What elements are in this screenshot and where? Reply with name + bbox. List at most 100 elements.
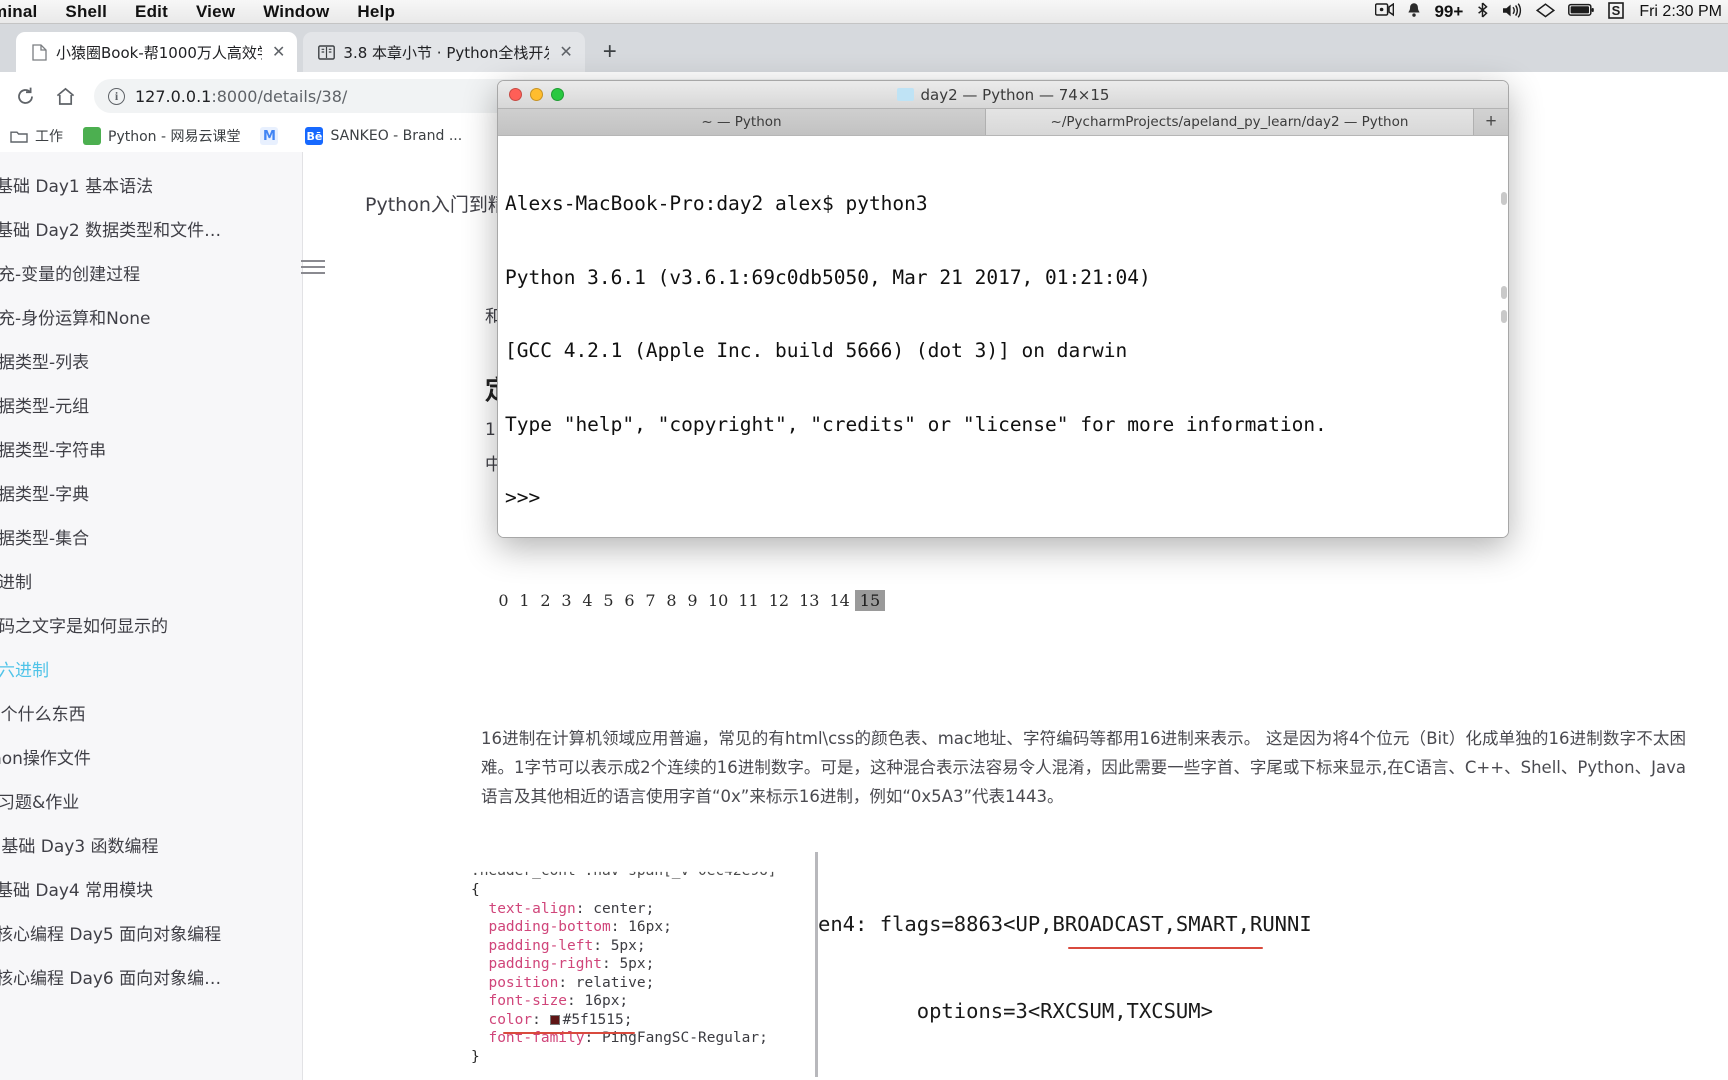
- screen-record-icon[interactable]: [1375, 2, 1395, 21]
- sidebar-item-0[interactable]: hon基础 Day1 基本语法: [0, 172, 294, 197]
- browser-tab-1[interactable]: 小猿圈Book-帮1000万人高效学 ✕: [16, 32, 298, 72]
- mail-icon: M: [260, 127, 279, 145]
- ruler-cell-13: 13: [799, 591, 820, 610]
- url-path: :8000/details/38/: [211, 86, 348, 106]
- close-icon[interactable]: ✕: [270, 42, 287, 62]
- scrollbar-thumb[interactable]: [1501, 286, 1507, 299]
- terminal-output[interactable]: Alexs-MacBook-Pro:day2 alex$ python3 Pyt…: [498, 136, 1508, 537]
- css-declaration: text-align: center;: [488, 900, 655, 917]
- css-prop: padding-right: [488, 956, 602, 972]
- menu-item-shell[interactable]: Shell: [51, 2, 121, 22]
- hamburger-bar: [301, 272, 325, 274]
- bookmark-item-work-label: 工作: [35, 129, 63, 145]
- css-selector: .header_cont .nav span[_v-0ec42e96]: [471, 863, 777, 879]
- sidebar-item-9[interactable]: 懂二进制: [0, 568, 294, 593]
- menu-item-terminal[interactable]: minal: [0, 2, 51, 22]
- sidebar-item-1[interactable]: hon基础 Day2 数据类型和文件…: [0, 216, 294, 241]
- css-value: 16px;: [584, 993, 629, 1009]
- ifconfig-output: en4: flags=8863<UP,BROADCAST,SMART,RUNNI…: [818, 852, 1578, 1072]
- sidebar-item-5[interactable]: 讲数据类型-元组: [0, 392, 294, 417]
- sidebar-item-14[interactable]: 章练习题&作业: [0, 788, 294, 813]
- notification-bell-icon[interactable]: [1407, 2, 1421, 22]
- terminal-line: Alexs-MacBook-Pro:day2 alex$ python3: [505, 192, 928, 215]
- menubar-clock[interactable]: Fri 2:30 PM: [1639, 3, 1722, 21]
- bookmark-item-mail[interactable]: M: [260, 127, 285, 145]
- sidebar-item-16[interactable]: hon基础 Day4 常用模块: [0, 876, 294, 901]
- close-icon[interactable]: ✕: [557, 42, 574, 62]
- sidebar-item-18[interactable]: hon核心编程 Day6 面向对象编…: [0, 964, 294, 989]
- ruler-cell-2: 2: [540, 591, 551, 610]
- scrollbar-thumb[interactable]: [1501, 192, 1507, 205]
- course-sidebar[interactable]: hon基础 Day1 基本语法 hon基础 Day2 数据类型和文件… 章补充-…: [0, 152, 303, 1080]
- new-tab-button[interactable]: +: [593, 35, 627, 69]
- css-prop: position: [488, 974, 559, 991]
- color-swatch: [549, 1014, 560, 1025]
- css-declaration: position: relative;: [488, 974, 655, 991]
- dropbox-icon[interactable]: [1536, 2, 1556, 22]
- terminal-tab-1-label: ~ — Python: [701, 114, 782, 130]
- css-declaration: padding-right: 5px;: [488, 956, 655, 972]
- site-info-icon[interactable]: i: [108, 87, 125, 105]
- terminal-line: Type "help", "copyright", "credits" or "…: [505, 412, 1327, 436]
- css-value: relative;: [575, 974, 655, 991]
- sidebar-item-12[interactable]: sh是个什么东西: [0, 700, 294, 725]
- sidebar-item-13[interactable]: Python操作文件: [0, 744, 294, 769]
- css-declaration: font-size: 16px;: [488, 993, 629, 1009]
- menu-item-view[interactable]: View: [182, 2, 249, 22]
- bluetooth-icon[interactable]: [1476, 2, 1489, 22]
- sidebar-item-10[interactable]: 符编码之文字是如何显示的: [0, 612, 294, 637]
- terminal-scrollbar[interactable]: [1499, 192, 1507, 537]
- menu-item-window[interactable]: Window: [249, 2, 343, 22]
- ruler-cell-1: 1: [519, 591, 530, 610]
- hamburger-bar: [301, 260, 325, 262]
- bookmark-item-python[interactable]: Python - 网易云课堂: [83, 126, 240, 146]
- ruler-cell-12: 12: [768, 591, 790, 610]
- notification-count: 99+: [1434, 2, 1464, 21]
- ruler-cell-15-selected: 15: [854, 590, 886, 611]
- sidebar-item-8[interactable]: 讲数据类型-集合: [0, 524, 294, 549]
- ruler-cell-10: 10: [708, 591, 729, 610]
- scrollbar-thumb[interactable]: [1501, 310, 1507, 323]
- sidebar-item-3[interactable]: 章补充-身份运算和None: [0, 304, 294, 329]
- sidebar-item-2[interactable]: 章补充-变量的创建过程: [0, 260, 294, 285]
- css-declaration: padding-left: 5px;: [488, 937, 646, 954]
- sidebar-item-4[interactable]: 讲数据类型-列表: [0, 348, 294, 373]
- sidebar-item-11[interactable]: 懂十六进制: [0, 656, 294, 681]
- terminal-new-tab-button[interactable]: +: [1474, 109, 1508, 135]
- page-icon: [30, 43, 48, 61]
- sogou-input-icon[interactable]: S: [1608, 1, 1625, 23]
- ruler-cell-0: 0: [498, 591, 509, 610]
- browser-tab-2[interactable]: 3.8 本章小节 · Python全栈开发之 ✕: [303, 32, 585, 72]
- toc-toggle-button[interactable]: [301, 260, 325, 274]
- sidebar-item-17[interactable]: hon核心编程 Day5 面向对象编程: [0, 920, 294, 945]
- ruler-cell-3: 3: [561, 591, 572, 610]
- menu-item-help[interactable]: Help: [343, 2, 409, 22]
- css-open-brace: {: [471, 882, 480, 898]
- terminal-titlebar[interactable]: day2 — Python — 74×15: [498, 81, 1508, 109]
- sidebar-item-6[interactable]: 讲数据类型-字符串: [0, 436, 294, 461]
- terminal-tab-2[interactable]: ~/PycharmProjects/apeland_py_learn/day2 …: [986, 109, 1474, 135]
- browser-tab-1-title: 小猿圈Book-帮1000万人高效学: [56, 43, 262, 62]
- python-icon: [83, 127, 101, 145]
- css-value: 5px;: [619, 956, 655, 972]
- css-declaration-color: color: #5f1515;: [488, 1011, 633, 1028]
- sidebar-item-15[interactable]: hon 基础 Day3 函数编程: [0, 832, 294, 857]
- home-icon[interactable]: [46, 77, 84, 115]
- css-prop: font-size: [488, 993, 568, 1009]
- bookmark-item-sankeo-label: SANKEO - Brand ...: [330, 128, 463, 144]
- battery-icon[interactable]: [1568, 3, 1595, 21]
- screen-root: minal Shell Edit View Window Help 99+: [0, 0, 1728, 1080]
- browser-tabstrip: 学 城 小猿圈Book-帮1000万人高效学 ✕ 3.8 本章小节 · Pyth…: [0, 24, 1728, 76]
- terminal-window[interactable]: day2 — Python — 74×15 ~ — Python ~/Pycha…: [497, 80, 1509, 538]
- css-value: center;: [593, 900, 655, 917]
- bookmark-item-sankeo[interactable]: Bē SANKEO - Brand ...: [305, 127, 462, 145]
- terminal-tab-1[interactable]: ~ — Python: [498, 109, 986, 135]
- bookmark-item-work[interactable]: 工作: [10, 126, 63, 146]
- sidebar-item-7[interactable]: 讲数据类型-字典: [0, 480, 294, 505]
- volume-icon[interactable]: [1502, 2, 1523, 22]
- menu-item-edit[interactable]: Edit: [121, 2, 182, 22]
- css-declaration: padding-bottom: 16px;: [488, 919, 672, 935]
- menubar-status-area: 99+ S Fri 2:30 PM: [1375, 0, 1722, 24]
- reload-icon[interactable]: [6, 77, 44, 115]
- ruler-cell-5: 5: [603, 591, 614, 610]
